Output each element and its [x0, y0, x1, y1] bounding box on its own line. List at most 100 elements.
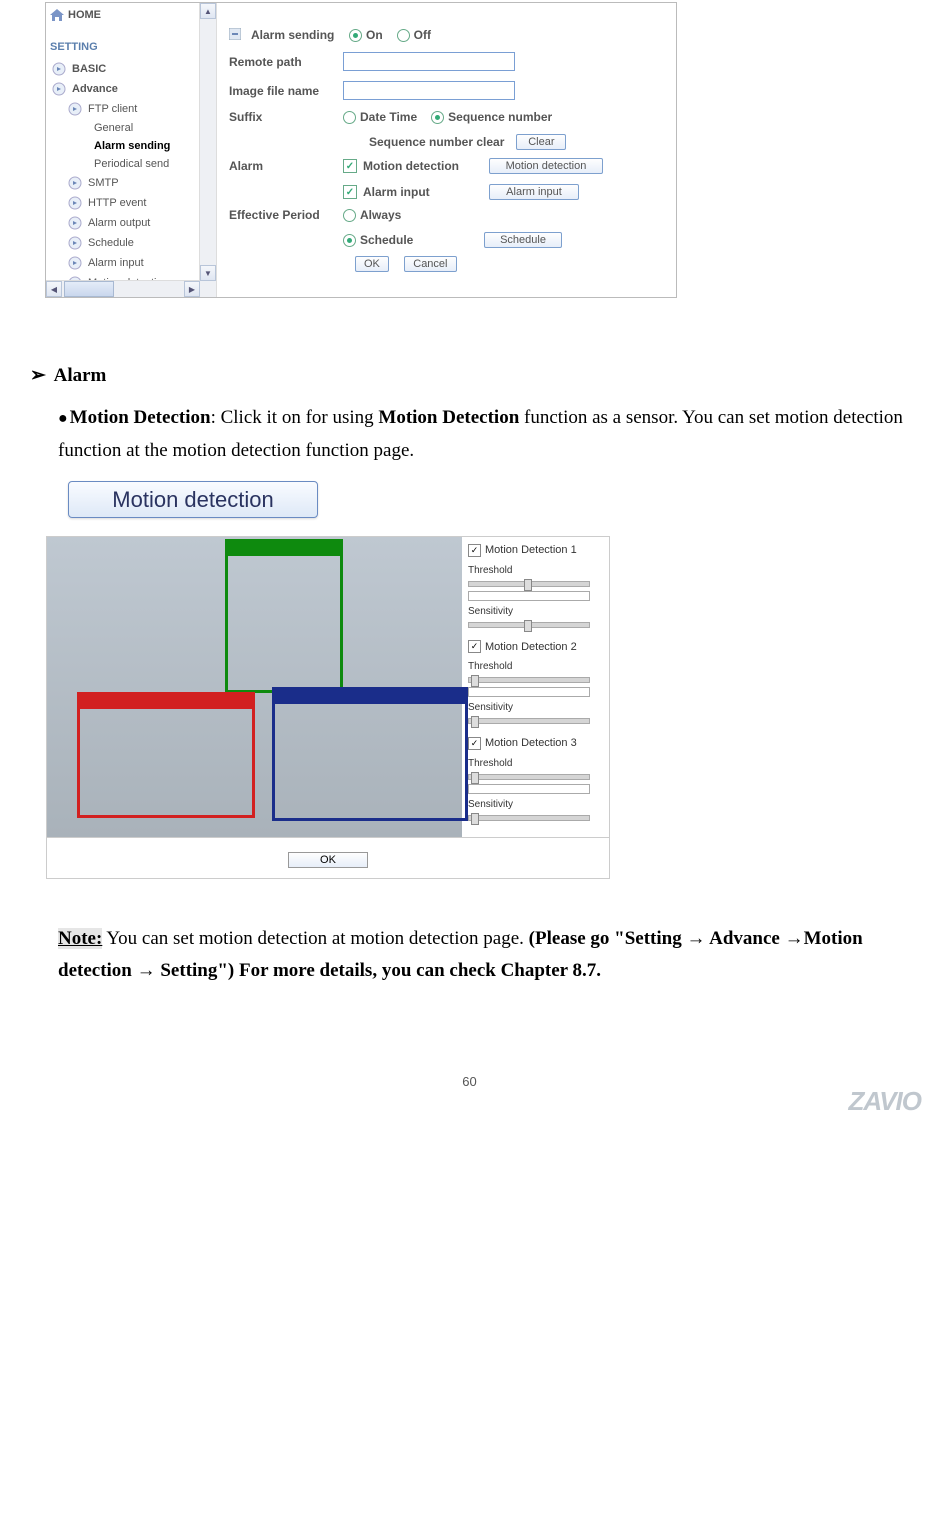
motion-detection-large-button-label: Motion detection — [112, 481, 273, 518]
threshold-bar-1 — [468, 591, 590, 601]
settings-panel: HOME SETTING BASIC Advance — [45, 2, 677, 298]
radio-sequence-label: Sequence number — [448, 110, 552, 124]
motion-detection-config-panel: Motion Detection 1 Threshold Sensitivity… — [46, 536, 610, 879]
triangle-bullet-icon: ➢ — [30, 365, 46, 386]
md-checkbox-3[interactable] — [468, 737, 481, 750]
radio-off[interactable] — [397, 29, 410, 42]
radio-always-label: Always — [360, 208, 401, 222]
sidebar-alarm-sending-label: Alarm sending — [94, 140, 170, 152]
page-number: 60 — [30, 1074, 909, 1089]
sidebar-schedule[interactable]: Schedule — [46, 233, 216, 253]
threshold-label-1: Threshold — [468, 562, 603, 579]
md-group-3: Motion Detection 3 Threshold Sensitivity — [468, 734, 603, 821]
sensitivity-label-1: Sensitivity — [468, 603, 603, 620]
sidebar-schedule-label: Schedule — [88, 237, 134, 249]
sidebar-basic-label: BASIC — [72, 63, 106, 75]
motion-text1: : Click it on for using — [211, 407, 379, 428]
expand-icon — [52, 62, 68, 76]
sensitivity-slider-2[interactable] — [468, 718, 590, 724]
md-ok-button[interactable]: OK — [288, 852, 368, 868]
radio-schedule[interactable] — [343, 234, 356, 247]
sidebar-smtp-label: SMTP — [88, 177, 119, 189]
detection-zone-3[interactable] — [272, 687, 468, 821]
md-group-2-label: Motion Detection 2 — [485, 638, 577, 657]
expand-icon — [52, 82, 68, 96]
sensitivity-slider-1[interactable] — [468, 622, 590, 628]
sidebar-home-label: HOME — [68, 9, 101, 21]
sidebar-scroll-vertical[interactable]: ▲ ▼ — [199, 3, 216, 297]
clear-button[interactable]: Clear — [516, 134, 566, 150]
scroll-up-icon[interactable]: ▲ — [200, 3, 216, 19]
schedule-button[interactable]: Schedule — [484, 232, 562, 248]
scroll-thumb[interactable] — [64, 281, 114, 297]
detection-zone-2[interactable] — [77, 692, 255, 818]
sidebar-periodical-label: Periodical send — [94, 158, 169, 170]
sidebar-periodical[interactable]: Periodical send — [46, 155, 216, 173]
sidebar-alarm-output-label: Alarm output — [88, 217, 150, 229]
sidebar-alarm-sending[interactable]: Alarm sending — [46, 137, 216, 155]
threshold-slider-2[interactable] — [468, 677, 590, 683]
threshold-slider-3[interactable] — [468, 774, 590, 780]
sidebar-alarm-output[interactable]: Alarm output — [46, 213, 216, 233]
expand-icon — [68, 256, 84, 270]
effective-period-label: Effective Period — [229, 208, 343, 222]
sidebar-scroll-horizontal[interactable]: ◀ ▶ — [46, 280, 200, 297]
sidebar-home[interactable]: HOME — [46, 7, 216, 23]
sidebar-advance-label: Advance — [72, 83, 118, 95]
motion-detection-button[interactable]: Motion detection — [489, 158, 603, 174]
sidebar-setting-label: SETTING — [50, 41, 212, 53]
checkbox-alarm-input[interactable] — [343, 185, 357, 199]
scroll-down-icon[interactable]: ▼ — [200, 265, 216, 281]
document-body: ➢ Alarm ●Motion Detection: Click it on f… — [30, 360, 909, 988]
motion-detection-side-panel: Motion Detection 1 Threshold Sensitivity… — [462, 537, 609, 837]
radio-always[interactable] — [343, 209, 356, 222]
detection-zone-1[interactable] — [225, 539, 343, 693]
alarm-label: Alarm — [229, 159, 343, 173]
motion-bold1: Motion Detection — [70, 407, 211, 428]
ok-button[interactable]: OK — [355, 256, 389, 272]
sidebar-ftp[interactable]: FTP client — [46, 99, 216, 119]
sidebar-smtp[interactable]: SMTP — [46, 173, 216, 193]
motion-detection-large-button[interactable]: Motion detection — [68, 481, 318, 518]
remote-path-input[interactable] — [343, 52, 515, 71]
home-icon — [50, 9, 64, 21]
motion-detection-paragraph: ●Motion Detection: Click it on for using… — [30, 402, 909, 467]
suffix-label: Suffix — [229, 110, 343, 124]
sidebar-basic[interactable]: BASIC — [46, 59, 216, 79]
expand-icon — [68, 236, 84, 250]
md-group-1-label: Motion Detection 1 — [485, 541, 577, 560]
radio-date-time[interactable] — [343, 111, 356, 124]
sidebar-advance[interactable]: Advance — [46, 79, 216, 99]
radio-schedule-label: Schedule — [360, 233, 470, 247]
expand-icon — [68, 102, 84, 116]
sensitivity-slider-3[interactable] — [468, 815, 590, 821]
sidebar-alarm-input[interactable]: Alarm input — [46, 253, 216, 273]
section-heading: ➢ Alarm — [30, 360, 909, 392]
scroll-right-icon[interactable]: ▶ — [184, 281, 200, 297]
radio-sequence[interactable] — [431, 111, 444, 124]
motion-detection-checkbox-label: Motion detection — [363, 159, 475, 173]
radio-on[interactable] — [349, 29, 362, 42]
checkbox-motion-detection[interactable] — [343, 159, 357, 173]
alarm-input-checkbox-label: Alarm input — [363, 185, 475, 199]
alarm-input-button[interactable]: Alarm input — [489, 184, 579, 200]
image-file-name-input[interactable] — [343, 81, 515, 100]
threshold-label-3: Threshold — [468, 755, 603, 772]
collapse-icon[interactable] — [229, 28, 245, 42]
seq-clear-label: Sequence number clear — [369, 135, 504, 149]
sensitivity-label-2: Sensitivity — [468, 699, 603, 716]
radio-on-label: On — [366, 28, 383, 42]
md-group-2: Motion Detection 2 Threshold Sensitivity — [468, 638, 603, 725]
md-checkbox-1[interactable] — [468, 544, 481, 557]
cancel-button[interactable]: Cancel — [404, 256, 456, 272]
threshold-slider-1[interactable] — [468, 581, 590, 587]
radio-off-label: Off — [414, 28, 431, 42]
sidebar-general[interactable]: General — [46, 119, 216, 137]
note-paragraph: Note: You can set motion detection at mo… — [30, 923, 909, 988]
note-text1: You can set motion detection at motion d… — [102, 928, 528, 949]
md-checkbox-2[interactable] — [468, 640, 481, 653]
video-preview[interactable] — [47, 537, 462, 837]
sidebar-http-event[interactable]: HTTP event — [46, 193, 216, 213]
bullet-icon: ● — [58, 410, 68, 427]
scroll-left-icon[interactable]: ◀ — [46, 281, 62, 297]
